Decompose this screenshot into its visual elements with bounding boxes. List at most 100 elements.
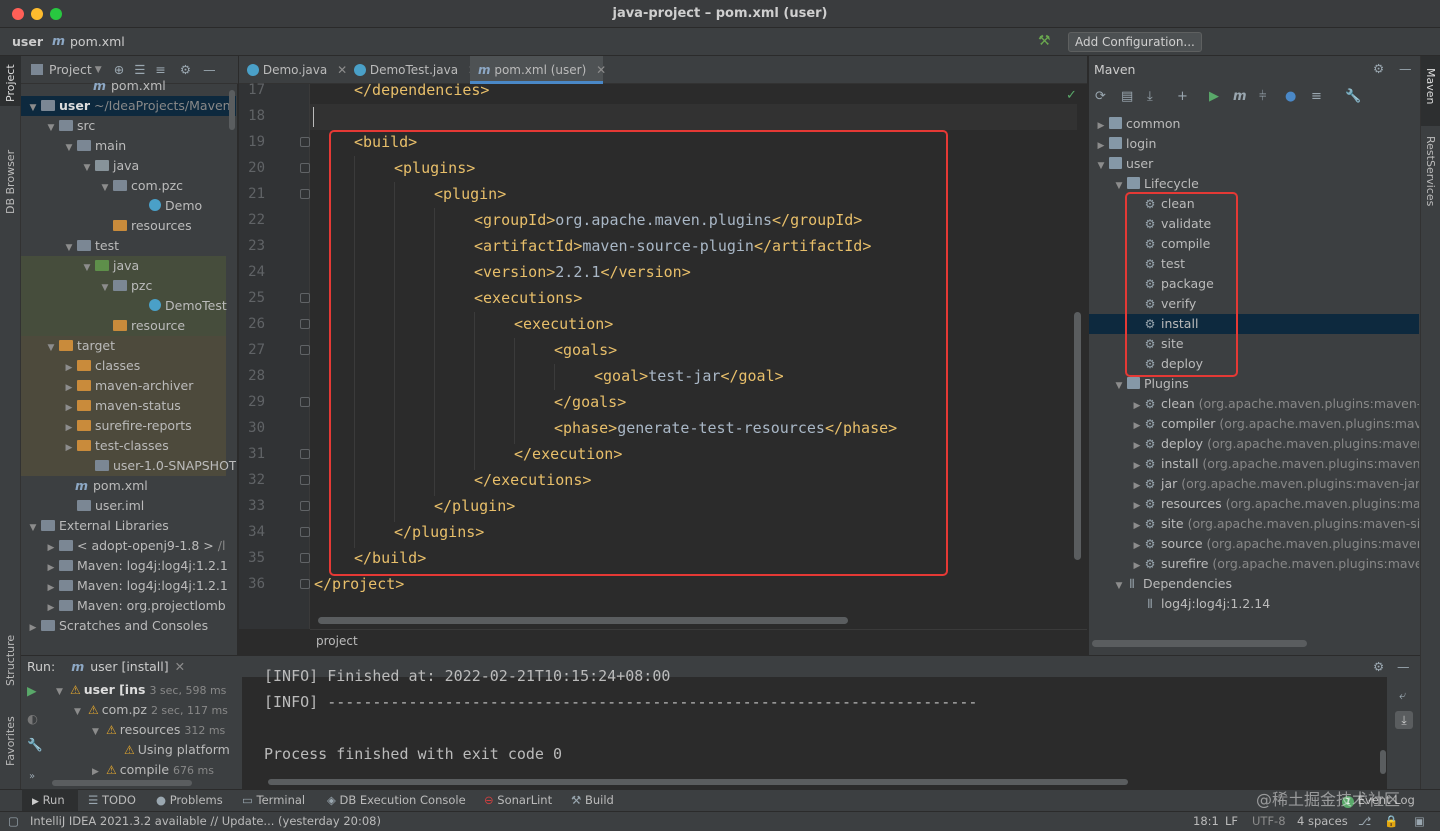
toolwindow-build[interactable]: ⚒ Build	[571, 789, 614, 811]
favorites-stripe-button[interactable]: Favorites	[4, 716, 17, 766]
toolwindow-terminal[interactable]: ▭ Terminal	[242, 789, 305, 811]
project-tree-item[interactable]: DemoTest	[21, 296, 236, 316]
toolwindow-run[interactable]: ▶ Run	[22, 789, 78, 811]
memory-icon[interactable]: ▣	[1414, 811, 1425, 831]
chevron-down-icon[interactable]: ▼	[81, 158, 93, 176]
soft-wrap-icon[interactable]: ⤶	[1399, 687, 1406, 703]
chevron-right-icon[interactable]: ▶	[63, 358, 75, 376]
project-tree-item[interactable]: resources	[21, 216, 236, 236]
chevron-right-icon[interactable]: ▶	[1131, 556, 1143, 574]
locate-icon[interactable]: ⊕	[114, 62, 124, 77]
maven-tree-item[interactable]: ▶ ⚙ jar (org.apache.maven.plugins:maven-jar…	[1089, 474, 1419, 494]
gear-icon[interactable]: ⚙	[1373, 61, 1384, 76]
fold-marker-icon[interactable]	[300, 189, 310, 199]
reload-icon[interactable]: ⟳	[1095, 89, 1121, 104]
chevron-right-icon[interactable]: ▶	[45, 578, 57, 596]
download-icon[interactable]: ⤓	[1147, 89, 1177, 104]
chevron-right-icon[interactable]: ▶	[1131, 396, 1143, 414]
rerun-icon[interactable]: ▶	[27, 683, 37, 698]
editor-hscrollbar[interactable]	[318, 617, 848, 624]
lock-icon[interactable]: 🔒	[1384, 811, 1398, 831]
stop-icon[interactable]: ◐	[27, 711, 38, 726]
collapse-all-icon[interactable]: ≡	[155, 62, 165, 77]
project-tree-item[interactable]: m pom.xml	[21, 476, 236, 496]
run-tree-item[interactable]: ▼ ⚠ resources 312 ms	[92, 720, 242, 740]
fold-marker-icon[interactable]	[300, 475, 310, 485]
chevron-down-icon[interactable]: ▼	[1113, 376, 1125, 394]
status-icon[interactable]: ▢	[8, 811, 19, 831]
structure-stripe-button[interactable]: Structure	[4, 635, 17, 686]
project-tree-item[interactable]: ▼ java	[21, 256, 236, 276]
run-tree-item[interactable]: ⚠ Using platform	[110, 740, 242, 760]
chevron-right-icon[interactable]: ▶	[92, 762, 106, 780]
run-tree-scrollbar[interactable]	[52, 780, 192, 786]
collapse-all-icon[interactable]: ≡	[1311, 89, 1345, 104]
hide-panel-icon[interactable]: —	[1397, 659, 1410, 674]
maven-tree-item[interactable]: ▼ ⦀ Dependencies	[1089, 574, 1419, 594]
project-tree-item[interactable]: ▼ user ~/IdeaProjects/Maven	[21, 96, 236, 116]
project-tree-item[interactable]: ▶ Scratches and Consoles	[21, 616, 236, 636]
maven-tree-item[interactable]: ▶ ⚙ site (org.apache.maven.plugins:maven-si…	[1089, 514, 1419, 534]
run-icon[interactable]: ▶	[1209, 89, 1233, 104]
fold-marker-icon[interactable]	[300, 163, 310, 173]
chevron-right-icon[interactable]: ▶	[1131, 516, 1143, 534]
more-icon[interactable]: »	[29, 771, 35, 782]
chevron-down-icon[interactable]: ▼	[99, 178, 111, 196]
db-browser-stripe-button[interactable]: DB Browser	[4, 150, 17, 214]
project-tree-item[interactable]: ▶ Maven: log4j:log4j:1.2.1	[21, 556, 236, 576]
breadcrumb-file[interactable]: pom.xml	[70, 34, 125, 49]
code-line[interactable]: </dependencies>	[354, 77, 489, 103]
chevron-down-icon[interactable]: ▼	[56, 682, 70, 700]
wrench-icon[interactable]: 🔧	[1345, 89, 1371, 104]
chevron-right-icon[interactable]: ▶	[1131, 436, 1143, 454]
close-icon[interactable]: ✕	[175, 659, 185, 674]
run-tree-item[interactable]: ▶ ⚠ compile 676 ms	[92, 760, 242, 780]
chevron-right-icon[interactable]: ▶	[63, 418, 75, 436]
fold-marker-icon[interactable]	[300, 579, 310, 589]
project-tree-item[interactable]: ▼ src	[21, 116, 236, 136]
project-tree-item[interactable]: ▶ surefire-reports	[21, 416, 236, 436]
toolwindow-todo[interactable]: ☰ TODO	[88, 789, 136, 811]
maven-tree-item[interactable]: ▶ login	[1089, 134, 1419, 154]
maven-tree-item[interactable]: ▼ Plugins	[1089, 374, 1419, 394]
project-tree-item[interactable]: ▼ pzc	[21, 276, 236, 296]
project-tree-item[interactable]: ▶ test-classes	[21, 436, 236, 456]
run-tab-label[interactable]: user [install]	[90, 659, 168, 674]
add-configuration-button[interactable]: Add Configuration...	[1068, 32, 1202, 52]
project-tree-item[interactable]: ▶ maven-status	[21, 396, 236, 416]
caret-position[interactable]: 18:1	[1193, 811, 1219, 831]
chevron-right-icon[interactable]: ▶	[1131, 476, 1143, 494]
project-tree-item[interactable]: m pom.xml	[21, 76, 236, 96]
fold-marker-icon[interactable]	[300, 293, 310, 303]
chevron-right-icon[interactable]: ▶	[45, 558, 57, 576]
maven-stripe-button[interactable]: Maven	[1424, 68, 1437, 104]
toggle-offline-icon[interactable]: ⫩	[1259, 89, 1285, 104]
chevron-down-icon[interactable]: ▼	[1113, 576, 1125, 594]
project-tree-item[interactable]: ▼ External Libraries	[21, 516, 236, 536]
toolwindow-db-console[interactable]: ◈ DB Execution Console	[327, 789, 466, 811]
chevron-right-icon[interactable]: ▶	[1131, 536, 1143, 554]
toolwindow-sonarlint[interactable]: ⊖ SonarLint	[484, 789, 552, 811]
wrench-icon[interactable]: 🔧	[27, 737, 43, 753]
chevron-down-icon[interactable]: ▼	[63, 138, 75, 156]
chevron-down-icon[interactable]: ▼	[45, 118, 57, 136]
fold-marker-icon[interactable]	[300, 397, 310, 407]
maven-tree-item[interactable]: ▼ Lifecycle	[1089, 174, 1419, 194]
chevron-right-icon[interactable]: ▶	[27, 618, 39, 636]
breadcrumb-project[interactable]: user	[12, 34, 43, 49]
tab-pom-xml[interactable]: m pom.xml (user) ✕	[470, 56, 606, 84]
project-tree-item[interactable]: ▶ < adopt-openj9-1.8 >/l	[21, 536, 236, 556]
project-stripe-button[interactable]: Project	[4, 64, 17, 102]
chevron-down-icon[interactable]: ▼	[99, 278, 111, 296]
maven-tree-item[interactable]: ▼ user	[1089, 154, 1419, 174]
project-tree-item[interactable]: ▼ test	[21, 236, 236, 256]
project-tree-item[interactable]: user.iml	[21, 496, 236, 516]
toolwindow-problems[interactable]: ● Problems	[156, 789, 223, 811]
project-tree-item[interactable]: resource	[21, 316, 236, 336]
chevron-down-icon[interactable]: ▼	[27, 98, 39, 116]
expand-all-icon[interactable]: ☰	[134, 62, 145, 77]
build-hammer-icon[interactable]: ⚒	[1038, 33, 1051, 49]
project-view-selector[interactable]: Project	[49, 62, 92, 77]
chevron-down-icon[interactable]: ▼	[63, 238, 75, 256]
git-icon[interactable]: ⎇	[1358, 811, 1371, 831]
